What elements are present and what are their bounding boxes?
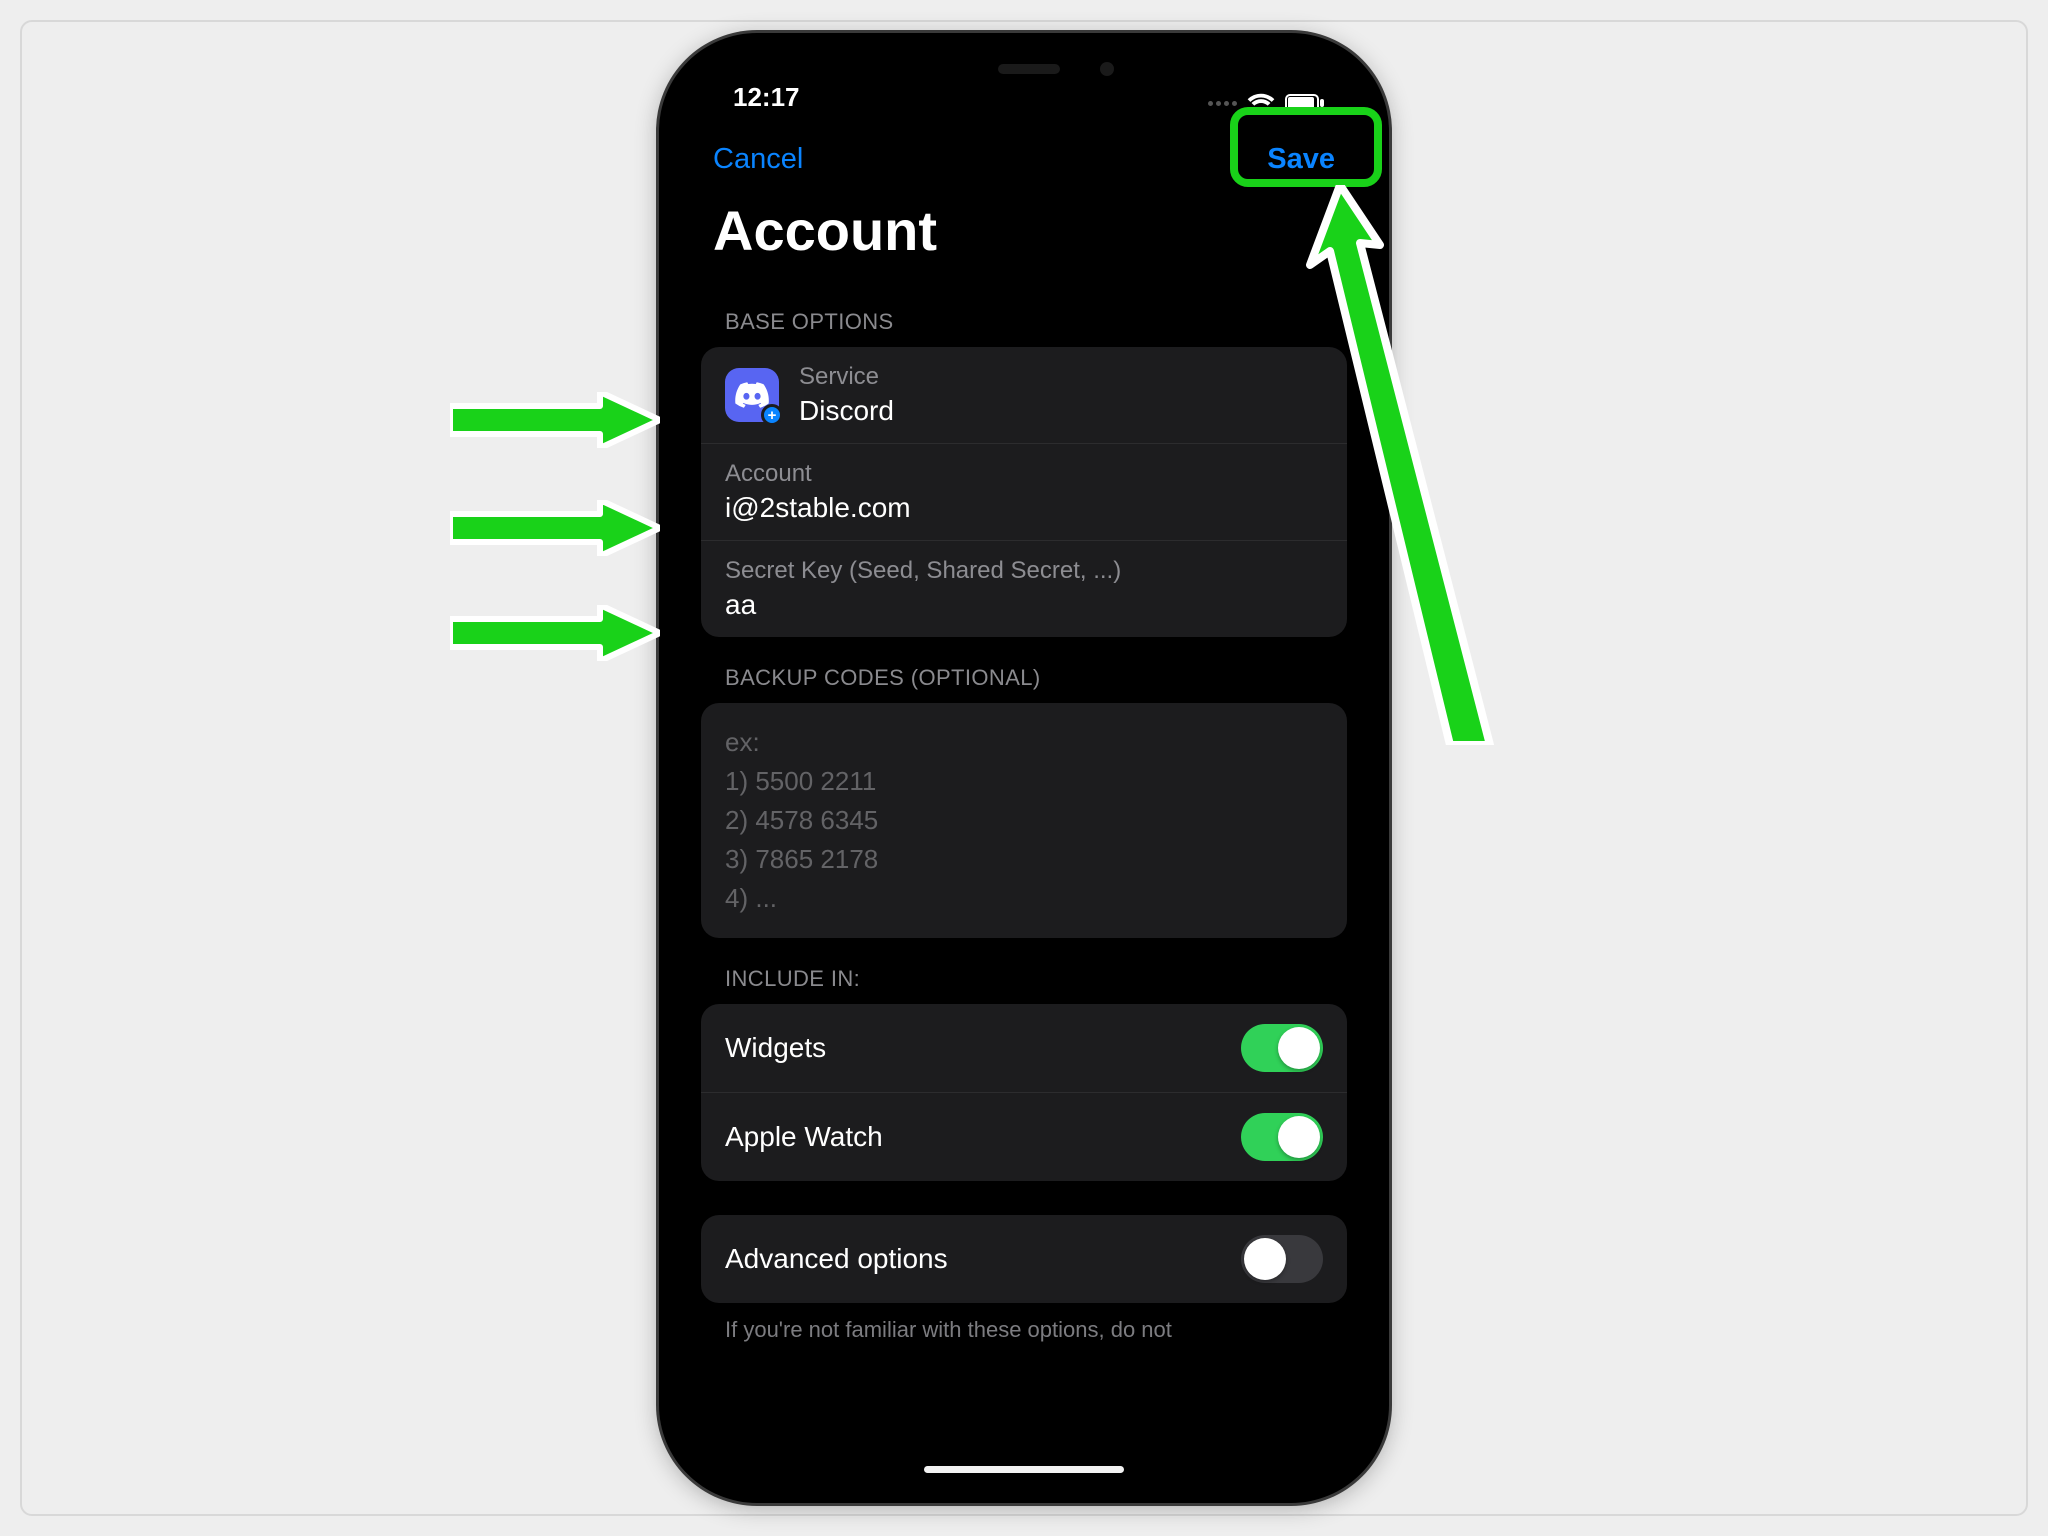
annotation-arrow-secret: [450, 605, 660, 666]
include-card: Widgets Apple Watch: [701, 1004, 1347, 1181]
home-indicator: [924, 1466, 1124, 1473]
wifi-icon: [1247, 93, 1275, 113]
applewatch-label: Apple Watch: [725, 1121, 883, 1153]
battery-icon: [1285, 94, 1325, 112]
widgets-label: Widgets: [725, 1032, 826, 1064]
widgets-toggle[interactable]: [1241, 1024, 1323, 1072]
phone-frame: 12:17 Cancel Save Account BASE OPTIONS: [659, 33, 1389, 1503]
discord-icon: +: [725, 368, 779, 422]
notch: [894, 51, 1154, 93]
service-label: Service: [799, 363, 1323, 391]
status-icons: [1208, 93, 1325, 113]
service-row[interactable]: + Service Discord: [701, 347, 1347, 444]
section-header-backup: BACKUP CODES (OPTIONAL): [701, 637, 1347, 703]
screen: 12:17 Cancel Save Account BASE OPTIONS: [677, 51, 1371, 1485]
secret-row[interactable]: Secret Key (Seed, Shared Secret, ...) aa: [701, 541, 1347, 637]
nav-bar: Cancel Save: [677, 117, 1371, 184]
advanced-toggle[interactable]: [1241, 1235, 1323, 1283]
service-value: Discord: [799, 395, 1323, 427]
add-badge-icon: +: [761, 404, 783, 426]
advanced-card: Advanced options: [701, 1215, 1347, 1303]
advanced-label: Advanced options: [725, 1243, 948, 1275]
section-header-base: BASE OPTIONS: [701, 281, 1347, 347]
secret-label: Secret Key (Seed, Shared Secret, ...): [725, 557, 1323, 585]
secret-value-field[interactable]: aa: [725, 589, 1323, 621]
status-time: 12:17: [733, 82, 800, 113]
advanced-row: Advanced options: [701, 1215, 1347, 1303]
section-header-include: INCLUDE IN:: [701, 938, 1347, 1004]
account-value-field[interactable]: i@2stable.com: [725, 492, 1323, 524]
applewatch-row: Apple Watch: [701, 1093, 1347, 1181]
advanced-hint: If you're not familiar with these option…: [701, 1303, 1347, 1343]
account-label: Account: [725, 460, 1323, 488]
widgets-row: Widgets: [701, 1004, 1347, 1093]
annotation-arrow-service: [450, 392, 660, 453]
cancel-button[interactable]: Cancel: [713, 143, 803, 176]
save-button[interactable]: Save: [1267, 143, 1335, 176]
account-row[interactable]: Account i@2stable.com: [701, 444, 1347, 541]
annotation-arrow-account: [450, 500, 660, 561]
content-scroll[interactable]: BASE OPTIONS + Service Discord Account: [677, 281, 1371, 1485]
backup-codes-textarea[interactable]: ex: 1) 5500 2211 2) 4578 6345 3) 7865 21…: [701, 703, 1347, 938]
cellular-icon: [1208, 101, 1237, 106]
base-options-card: + Service Discord Account i@2stable.com: [701, 347, 1347, 637]
page-title: Account: [677, 184, 1371, 281]
applewatch-toggle[interactable]: [1241, 1113, 1323, 1161]
